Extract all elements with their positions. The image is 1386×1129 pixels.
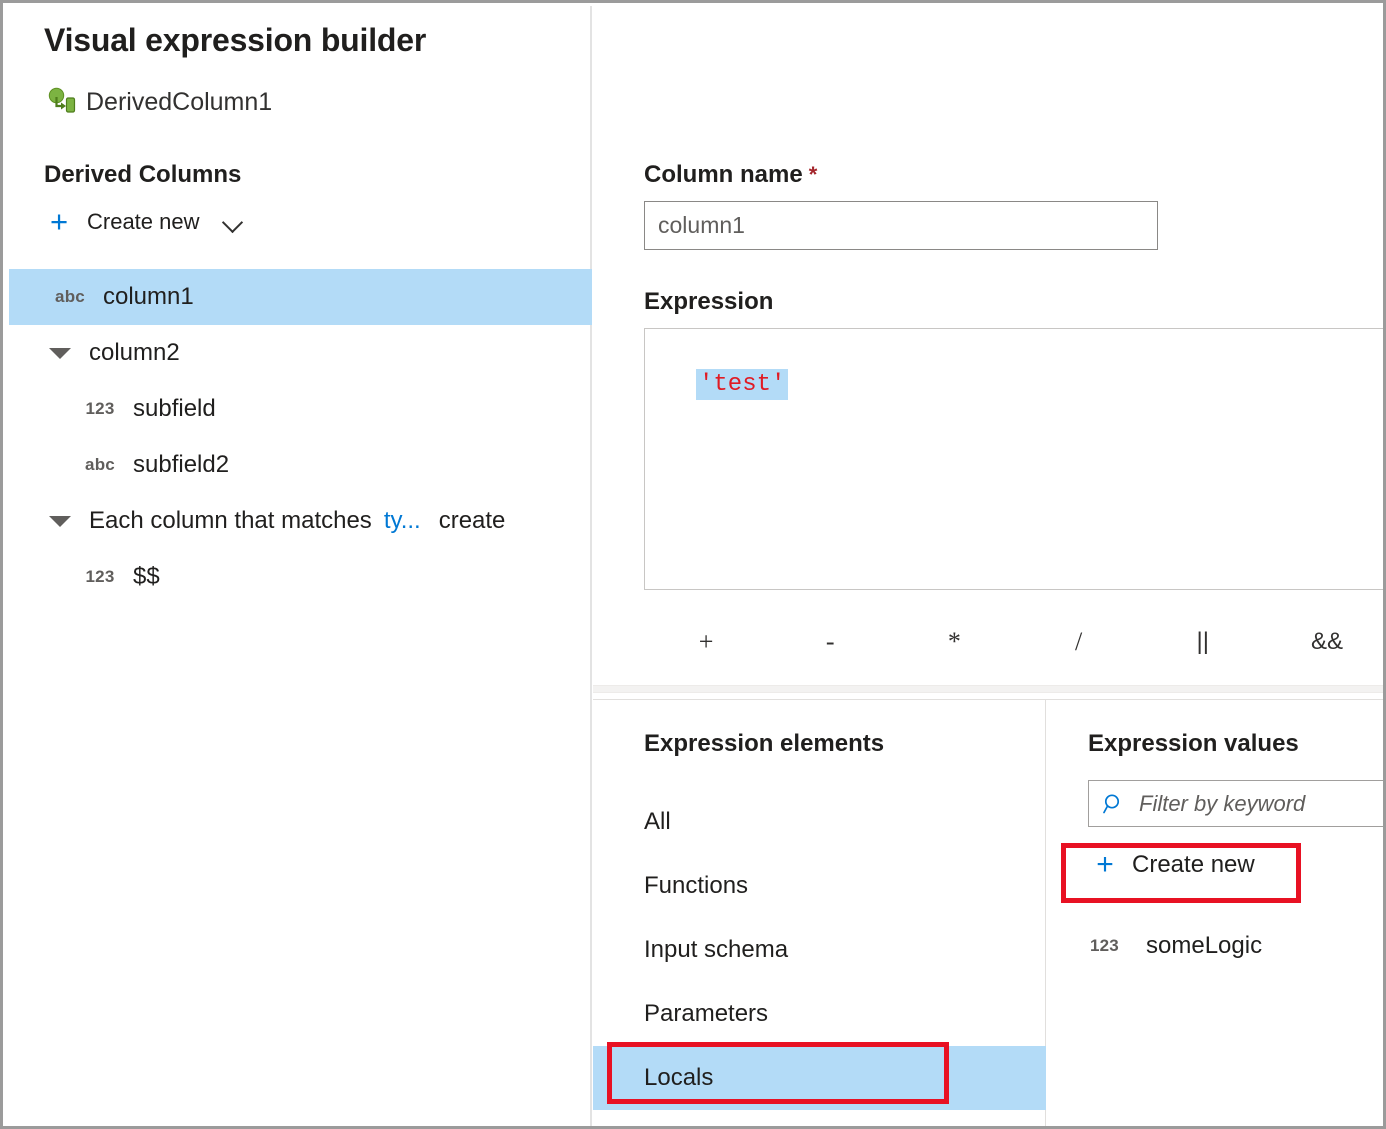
tree-item-label: subfield2: [133, 451, 229, 479]
derived-columns-title: Derived Columns: [44, 161, 241, 189]
tree-item-subfield[interactable]: 123 subfield: [9, 381, 592, 437]
chevron-down-icon[interactable]: [223, 215, 245, 229]
expression-elements-list: All Functions Input schema Parameters Lo…: [593, 790, 1046, 1110]
filter-field[interactable]: [1088, 780, 1386, 827]
column-name-input[interactable]: [644, 201, 1158, 250]
panel-splitter[interactable]: [593, 685, 1386, 693]
expression-elements-title: Expression elements: [644, 730, 884, 758]
element-item-input-schema[interactable]: Input schema: [593, 918, 1046, 982]
operator-and-button[interactable]: &&: [1265, 628, 1386, 656]
tree-item-label: column1: [103, 283, 194, 311]
caret-down-icon[interactable]: [45, 348, 75, 359]
element-item-parameters[interactable]: Parameters: [593, 982, 1046, 1046]
expression-values-title: Expression values: [1088, 730, 1299, 758]
tree-item-label: $$: [133, 563, 160, 591]
element-item-functions[interactable]: Functions: [593, 854, 1046, 918]
plus-icon: +: [1090, 850, 1120, 880]
tree-item-label: column2: [89, 339, 180, 367]
value-item-label: someLogic: [1146, 932, 1262, 960]
operator-plus-button[interactable]: +: [644, 627, 768, 657]
operator-or-button[interactable]: ||: [1141, 628, 1265, 656]
create-new-label: Create new: [1132, 851, 1255, 879]
element-item-locals[interactable]: Locals: [593, 1046, 1046, 1110]
operator-divide-button[interactable]: /: [1017, 627, 1141, 657]
derived-columns-tree: abc column1 column2 123 subfield abc sub…: [9, 269, 592, 605]
tree-item-each-column-rule[interactable]: Each column that matches ty... create: [9, 493, 592, 549]
tree-item-column2[interactable]: column2: [9, 325, 592, 381]
type-badge-123: 123: [81, 567, 119, 587]
plus-icon: +: [44, 206, 74, 237]
tree-item-column1[interactable]: abc column1: [9, 269, 592, 325]
rule-prefix-label: Each column that matches: [89, 507, 372, 535]
search-icon: [1103, 793, 1125, 815]
expression-label: Expression: [644, 288, 773, 316]
rule-tail-label: create: [439, 507, 506, 535]
expression-code-token: 'test': [696, 369, 788, 400]
tree-item-label: subfield: [133, 395, 216, 423]
filter-input[interactable]: [1137, 790, 1386, 818]
derived-columns-panel: Derived Columns + Create new abc column1…: [6, 6, 592, 1129]
operator-multiply-button[interactable]: *: [892, 627, 1016, 657]
operator-toolbar: + - * / || &&: [644, 612, 1386, 672]
column-name-label: Column name*: [644, 161, 817, 189]
rule-match-link[interactable]: ty...: [384, 507, 421, 535]
expression-values-panel: Expression values + Create new 123 someL…: [1047, 700, 1386, 1129]
expression-browser: Expression elements All Functions Input …: [593, 699, 1386, 1129]
tree-item-subfield2[interactable]: abc subfield2: [9, 437, 592, 493]
type-badge-123: 123: [1090, 936, 1134, 956]
caret-down-icon[interactable]: [45, 516, 75, 527]
column-detail-panel: Column name* Expression 'test' + - * / |…: [593, 6, 1386, 688]
tree-item-dollar-dollar[interactable]: 123 $$: [9, 549, 592, 605]
operator-minus-button[interactable]: -: [768, 627, 892, 657]
type-badge-abc: abc: [81, 455, 119, 475]
create-new-local-button[interactable]: + Create new: [1090, 850, 1255, 880]
value-item-somelogic[interactable]: 123 someLogic: [1090, 932, 1262, 960]
visual-expression-builder-dialog: Visual expression builder DerivedColumn1…: [0, 0, 1386, 1129]
expression-elements-panel: Expression elements All Functions Input …: [593, 700, 1046, 1129]
required-marker: *: [809, 162, 818, 187]
expression-editor[interactable]: 'test': [644, 328, 1386, 590]
create-new-derived-column-button[interactable]: + Create new: [44, 206, 245, 237]
element-item-all[interactable]: All: [593, 790, 1046, 854]
type-badge-123: 123: [81, 399, 119, 419]
type-badge-abc: abc: [51, 287, 89, 307]
create-new-label: Create new: [87, 209, 200, 235]
